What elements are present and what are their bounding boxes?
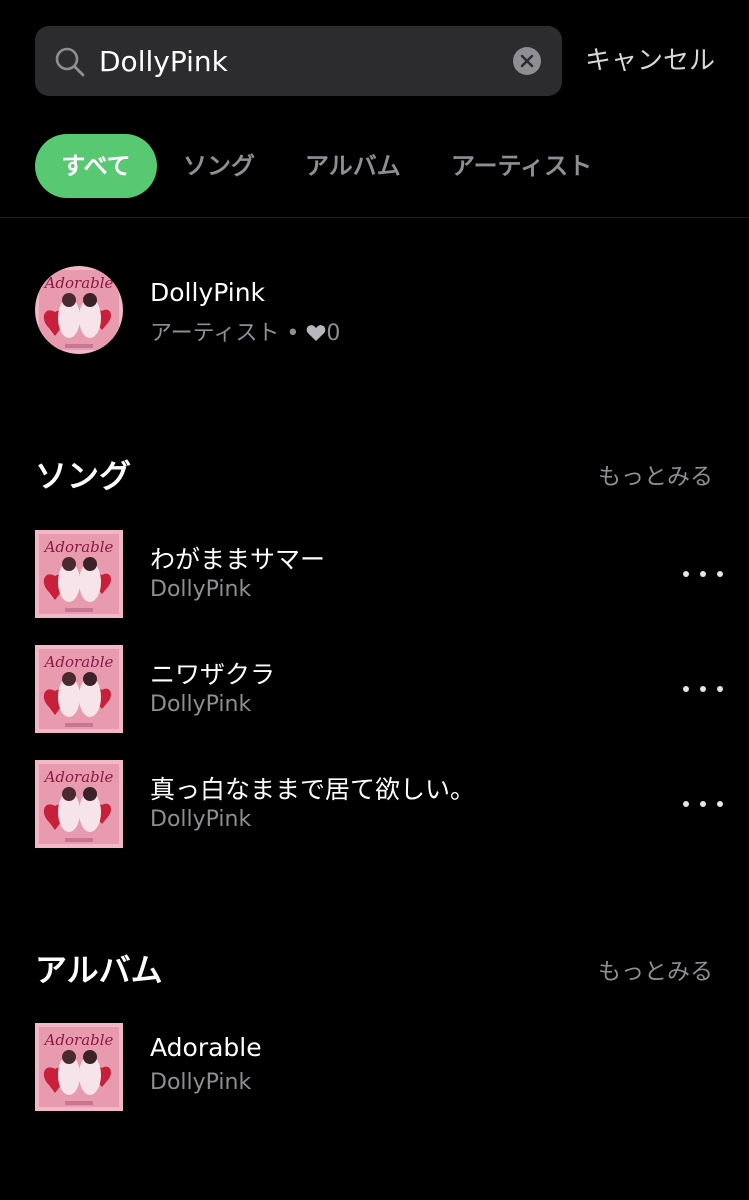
more-options-icon[interactable] [681, 675, 725, 703]
song-artwork: Adorable [35, 645, 123, 733]
cancel-button[interactable]: キャンセル [585, 26, 715, 96]
svg-text:Adorable: Adorable [43, 538, 114, 556]
svg-text:Adorable: Adorable [43, 1031, 114, 1049]
artist-meta: アーティスト • 0 [150, 315, 340, 347]
divider [0, 217, 749, 218]
artist-avatar: Adorable [35, 266, 123, 354]
song-artist: DollyPink [150, 807, 252, 832]
album-artwork: Adorable [35, 1023, 123, 1111]
song-title: ニワザクラ [150, 660, 276, 689]
separator: • [286, 321, 300, 346]
artist-name: DollyPink [150, 278, 266, 307]
artist-result[interactable]: Adorable DollyPink アーティスト • 0 [35, 266, 725, 354]
songs-more-link[interactable]: もっとみる [598, 457, 713, 491]
like-count: 0 [326, 321, 341, 346]
search-input[interactable] [99, 26, 499, 96]
albums-more-link[interactable]: もっとみる [598, 952, 713, 986]
search-box[interactable] [35, 26, 562, 96]
albums-section-title: アルバム [35, 951, 163, 989]
more-options-icon[interactable] [681, 560, 725, 588]
album-title: Adorable [150, 1033, 262, 1062]
tab-songs[interactable]: ソング [183, 134, 255, 198]
song-item[interactable]: Adorable ニワザクラ DollyPink [35, 645, 725, 733]
songs-section-title: ソング [35, 457, 132, 495]
artist-type-label: アーティスト [150, 321, 280, 346]
album-artist: DollyPink [150, 1070, 252, 1095]
tab-artists[interactable]: アーティスト [451, 134, 592, 198]
song-artist: DollyPink [150, 577, 252, 602]
svg-text:Adorable: Adorable [43, 274, 114, 292]
tab-albums[interactable]: アルバム [305, 134, 401, 198]
tab-all[interactable]: すべて [35, 134, 157, 198]
more-options-icon[interactable] [681, 790, 725, 818]
heart-icon [307, 325, 326, 341]
song-artwork: Adorable [35, 530, 123, 618]
clear-search-icon[interactable] [513, 47, 541, 75]
song-title: 真っ白なままで居て欲しい。 [150, 775, 476, 804]
song-artist: DollyPink [150, 692, 252, 717]
song-item[interactable]: Adorable わがままサマー DollyPink [35, 530, 725, 618]
album-item[interactable]: Adorable Adorable DollyPink [35, 1023, 725, 1111]
search-icon [54, 46, 86, 78]
svg-text:Adorable: Adorable [43, 768, 114, 786]
search-results-screen: キャンセル すべて ソング アルバム アーティスト Adorable Dolly… [0, 0, 749, 1200]
song-artwork: Adorable [35, 760, 123, 848]
song-title: わがままサマー [150, 545, 326, 574]
svg-text:Adorable: Adorable [43, 653, 114, 671]
song-item[interactable]: Adorable 真っ白なままで居て欲しい。 DollyPink [35, 760, 725, 848]
search-row: キャンセル [35, 26, 725, 96]
